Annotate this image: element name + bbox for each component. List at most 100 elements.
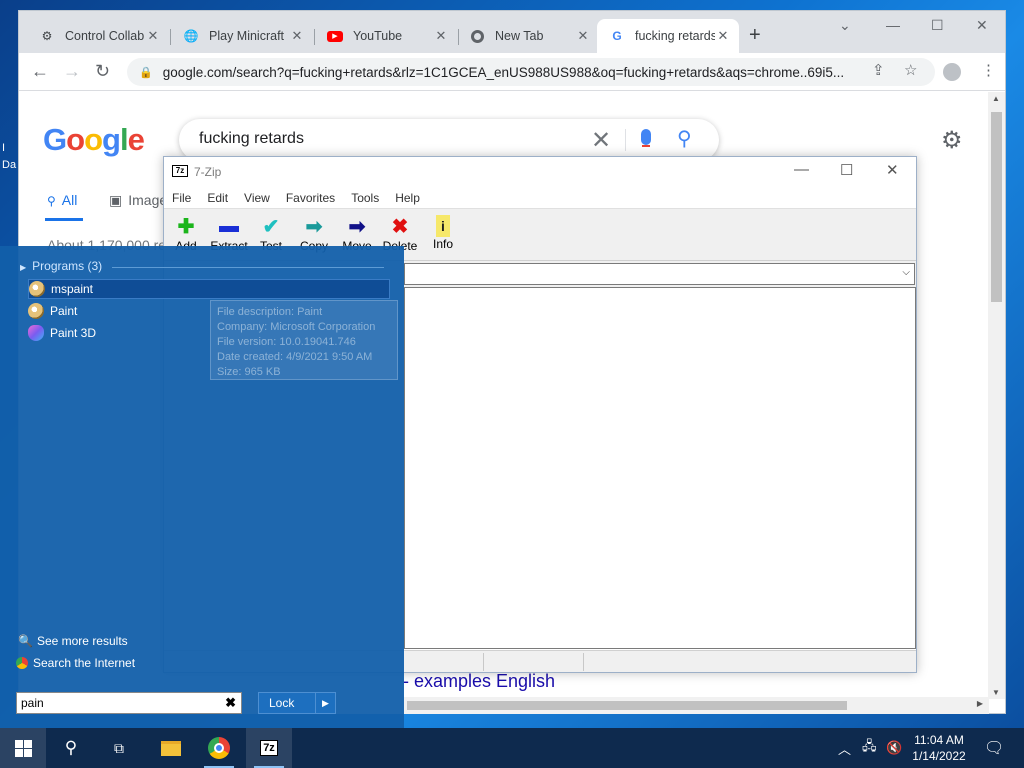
minimize-button[interactable]: — (794, 161, 809, 178)
search-icon: ⚲ (64, 738, 78, 757)
lock-icon[interactable]: 🔒 (139, 66, 153, 79)
reload-button[interactable]: ↻ (95, 61, 110, 81)
7zip-icon: 7z (172, 165, 188, 177)
clock[interactable]: 11:04 AM 1/14/2022 (904, 732, 974, 764)
task-view-button[interactable]: ⧉ (96, 728, 142, 768)
menu-favorites[interactable]: Favorites (286, 187, 335, 208)
google-logo[interactable]: Google (43, 122, 145, 158)
menu-file[interactable]: File (172, 187, 191, 208)
back-button[interactable]: ← (31, 61, 49, 81)
url-text[interactable]: google.com/search?q=fucking+retards&rlz=… (163, 65, 935, 80)
tab-label: Play Minicraft (209, 29, 285, 43)
7zip-titlebar[interactable]: 7z 7-Zip — ☐ ✕ (164, 157, 916, 187)
start-menu: ▶ Programs (3) mspaint Paint Paint 3D Fil… (0, 246, 404, 728)
horizontal-scrollbar[interactable]: ▶ (403, 697, 989, 714)
program-label: Paint 3D (50, 326, 97, 340)
tab-google-search[interactable]: G fucking retards ✕ (597, 19, 739, 53)
profile-avatar[interactable] (943, 63, 961, 81)
paint-palette-icon (28, 303, 44, 319)
tab-label: Control Collab (65, 29, 145, 43)
close-icon[interactable]: ✕ (289, 28, 305, 44)
file-list[interactable] (404, 287, 916, 649)
search-icon[interactable]: ⚲ (677, 126, 692, 151)
info-icon: i (436, 215, 450, 237)
close-icon[interactable]: ✕ (145, 28, 161, 44)
chrome-taskbar-button[interactable] (196, 728, 242, 768)
programs-header[interactable]: ▶ Programs (3) (20, 259, 102, 273)
move-arrow-icon: ➡ (348, 215, 366, 238)
result-link[interactable]: - examples English (403, 671, 555, 692)
chevron-down-icon[interactable]: ⌵ (902, 267, 910, 278)
show-hidden-icons-button[interactable]: ︿ (838, 728, 851, 768)
program-label: Paint (50, 304, 78, 318)
vertical-scrollbar[interactable]: ▲ ▼ (988, 92, 1005, 699)
paint-palette-icon (29, 281, 45, 297)
search-button[interactable]: ⚲ (48, 728, 94, 768)
tab-label: YouTube (353, 29, 403, 43)
time-text: 11:04 AM (914, 733, 964, 747)
new-tab-button[interactable]: + (749, 25, 761, 45)
file-explorer-button[interactable] (148, 728, 194, 768)
program-label: mspaint (51, 282, 94, 296)
menu-help[interactable]: Help (395, 187, 420, 208)
network-icon[interactable]: 🖧 (862, 728, 877, 768)
close-button[interactable]: ✕ (976, 17, 988, 34)
tab-all[interactable]: ⚲ All (47, 192, 77, 208)
chrome-icon (469, 28, 485, 44)
clear-icon[interactable]: ✕ (591, 126, 611, 155)
date-text: 1/14/2022 (912, 749, 966, 763)
close-icon[interactable]: ✕ (433, 28, 449, 44)
close-icon[interactable]: ✕ (715, 28, 731, 44)
delete-x-icon: ✖ (391, 215, 409, 238)
chevron-up-icon: ︿ (838, 741, 852, 757)
clear-icon[interactable]: ✖ (225, 695, 236, 711)
7zip-menubar: File Edit View Favorites Tools Help (164, 187, 916, 209)
browser-toolbar: ← → ↻ 🔒 google.com/search?q=fucking+reta… (19, 53, 1005, 91)
tab-search-icon[interactable]: ⌄ (839, 17, 851, 34)
lock-button[interactable]: Lock ▶ (258, 692, 336, 714)
chrome-icon (16, 657, 28, 669)
bookmark-star-icon[interactable]: ☆ (904, 61, 917, 79)
see-more-results-link[interactable]: 🔍 See more results (18, 634, 128, 648)
tab-images[interactable]: ▣ Image (109, 192, 167, 209)
menu-view[interactable]: View (244, 187, 270, 208)
check-icon: ✔ (262, 215, 280, 238)
youtube-icon: ▶ (327, 28, 343, 44)
minus-icon: ▬ (219, 214, 239, 237)
chrome-icon (208, 737, 230, 759)
forward-button[interactable]: → (63, 61, 81, 81)
notifications-icon[interactable]: 🗨 (984, 728, 1004, 768)
maximize-button[interactable]: ☐ (840, 161, 853, 179)
program-item-mspaint[interactable]: mspaint (28, 279, 390, 299)
search-icon: 🔍 (18, 634, 33, 648)
7zip-taskbar-button[interactable]: 7z (246, 728, 292, 768)
tab-new-tab[interactable]: New Tab ✕ (457, 19, 599, 53)
tab-control-collab[interactable]: ⚙ Control Collab ✕ (27, 19, 169, 53)
arrow-right-icon[interactable]: ▶ (315, 693, 335, 713)
maximize-button[interactable]: ☐ (931, 17, 944, 34)
google-search-box[interactable]: fucking retards ✕ ⚲ (179, 119, 719, 161)
close-icon[interactable]: ✕ (575, 28, 591, 44)
folder-icon (161, 740, 181, 756)
menu-edit[interactable]: Edit (207, 187, 228, 208)
close-button[interactable]: ✕ (886, 161, 899, 179)
tab-strip: ⚙ Control Collab ✕ 🌐 Play Minicraft ✕ ▶ … (19, 11, 1005, 53)
search-internet-link[interactable]: Search the Internet (16, 656, 135, 670)
start-button[interactable] (0, 728, 46, 768)
search-query[interactable]: fucking retards (199, 130, 304, 148)
settings-gear-icon[interactable]: ⚙ (941, 126, 963, 155)
address-bar[interactable]: 🔒 google.com/search?q=fucking+retards&rl… (127, 58, 935, 86)
start-search-input[interactable]: pain ✖ (16, 692, 242, 714)
path-combobox[interactable]: ⌵ (404, 263, 915, 285)
volume-muted-icon[interactable]: 🔇 (886, 728, 902, 768)
taskbar: ⚲ ⧉ 7z ︿ 🖧 🔇 11:04 AM 1/14/2022 🗨 (0, 728, 1024, 768)
image-icon: ▣ (109, 192, 123, 208)
tab-play-minicraft[interactable]: 🌐 Play Minicraft ✕ (171, 19, 313, 53)
menu-icon[interactable]: ⋮ (981, 61, 996, 79)
tab-youtube[interactable]: ▶ YouTube ✕ (315, 19, 457, 53)
minimize-button[interactable]: — (886, 17, 900, 33)
share-icon[interactable]: ⇪ (872, 61, 885, 79)
info-button[interactable]: i Info (421, 213, 465, 251)
menu-tools[interactable]: Tools (351, 187, 379, 208)
google-icon: G (612, 29, 622, 43)
